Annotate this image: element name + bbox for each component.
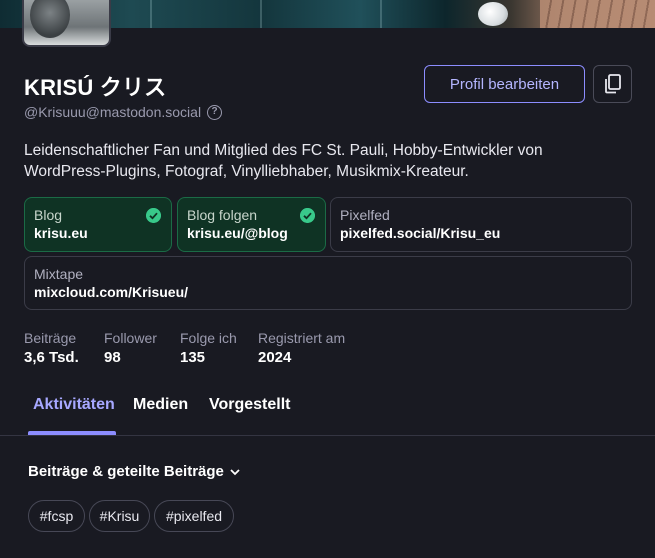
tab-media[interactable]: Medien [133,396,188,414]
stat-value: 98 [104,349,121,366]
field-pixelfed[interactable]: Pixelfed pixelfed.social/Krisu_eu [330,197,632,252]
stat-label: Registriert am [258,330,346,346]
check-circle-icon [300,208,315,223]
field-mixtape[interactable]: Mixtape mixcloud.com/Krisueu/ [24,256,632,310]
stat-following[interactable]: Folge ich 135 [180,330,237,366]
divider [0,435,655,436]
tab-activities[interactable]: Aktivitäten [33,396,115,414]
stat-label: Folge ich [180,330,237,346]
hashtag-chip[interactable]: #pixelfed [154,500,234,532]
stat-value: 3,6 Tsd. [24,349,79,366]
tab-featured[interactable]: Vorgestellt [209,396,291,414]
field-label: Blog folgen [187,207,258,223]
field-label: Pixelfed [340,207,390,223]
stat-posts[interactable]: Beiträge 3,6 Tsd. [24,330,79,366]
field-label: Blog [34,207,63,223]
avatar[interactable] [22,0,111,47]
account-handle: @Krisuuu@mastodon.social [24,104,202,120]
stat-label: Beiträge [24,330,77,346]
field-value[interactable]: mixcloud.com/Krisueu/ [34,284,621,300]
field-value[interactable]: krisu.eu [34,225,161,241]
edit-profile-button[interactable]: Profil bearbeiten [424,65,585,103]
field-value[interactable]: pixelfed.social/Krisu_eu [340,225,621,241]
account-handle-row: @Krisuuu@mastodon.social ? [24,104,223,120]
field-value[interactable]: krisu.eu/@blog [187,225,315,241]
profile-bio: Leidenschaftlicher Fan und Mitglied des … [24,142,543,180]
field-label: Mixtape [34,266,84,282]
filter-label: Beiträge & geteilte Beiträge [28,463,224,480]
posts-filter-dropdown[interactable]: Beiträge & geteilte Beiträge [28,463,240,480]
hashtag-chip[interactable]: #Krisu [89,500,150,532]
copy-icon [604,74,621,94]
field-blog-follow[interactable]: Blog folgen krisu.eu/@blog [177,197,326,252]
hashtag-chip[interactable]: #fcsp [28,500,85,532]
stat-registered: Registriert am 2024 [258,330,345,366]
copy-button[interactable] [593,65,632,103]
help-circle-icon[interactable]: ? [207,104,223,120]
check-circle-icon [146,208,161,223]
stat-followers[interactable]: Follower 98 [104,330,157,366]
stat-value: 135 [180,349,206,366]
display-name: KRISÚ クリス [24,75,167,100]
chevron-down-icon [230,468,240,475]
stat-label: Follower [104,330,157,346]
stat-value: 2024 [258,349,292,366]
field-blog[interactable]: Blog krisu.eu [24,197,172,252]
